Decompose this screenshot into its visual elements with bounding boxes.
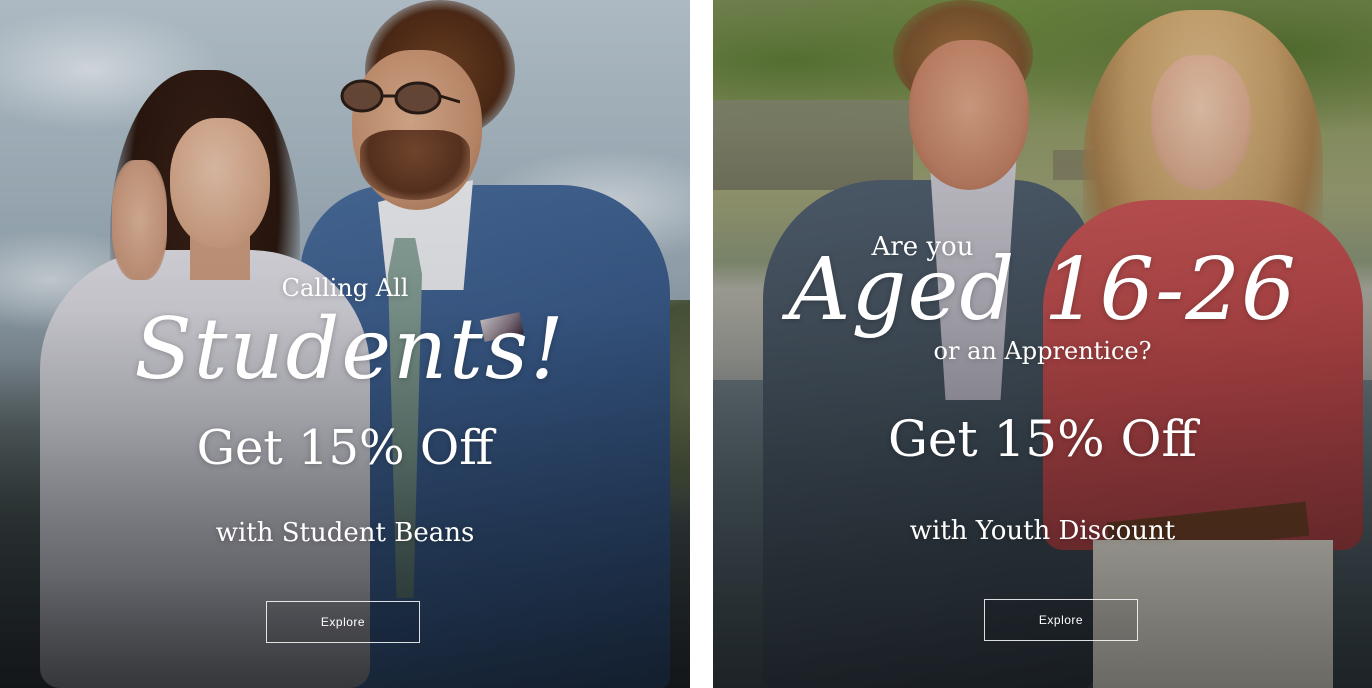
- promo-offer: Get 15% Off: [887, 410, 1198, 468]
- explore-youth-button[interactable]: Explore: [984, 599, 1138, 641]
- promo-subtext: with Student Beans: [215, 518, 475, 548]
- explore-student-button[interactable]: Explore: [266, 601, 420, 643]
- youth-promo-card[interactable]: Are you Aged 16-26 or an Apprentice? Get…: [713, 0, 1372, 688]
- promo-headline: Aged 16-26: [788, 240, 1297, 340]
- promo-offer: Get 15% Off: [196, 420, 494, 476]
- promo-eyebrow: Calling All: [281, 274, 409, 302]
- promo-eyebrow-secondary: or an Apprentice?: [933, 337, 1152, 365]
- promo-subtext: with Youth Discount: [909, 516, 1176, 546]
- youth-promo-text: Are you Aged 16-26 or an Apprentice? Get…: [713, 0, 1372, 688]
- student-promo-card[interactable]: Calling All Students! Get 15% Off with S…: [0, 0, 690, 688]
- promo-headline: Students!: [134, 300, 566, 398]
- promo-page: Calling All Students! Get 15% Off with S…: [0, 0, 1372, 688]
- student-promo-text: Calling All Students! Get 15% Off with S…: [0, 0, 690, 688]
